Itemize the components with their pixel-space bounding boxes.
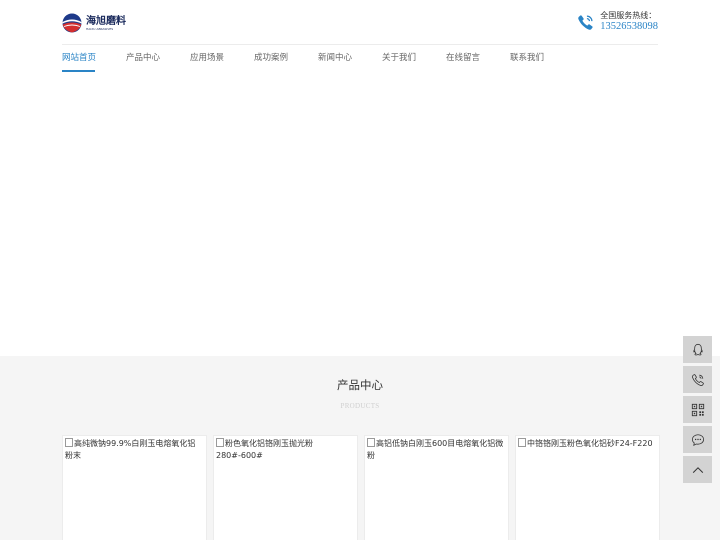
products-section: 产品中心 PRODUCTS 高纯微钠99.9%白刚玉电熔氧化铝粉末 粉色氧化铝铬…: [0, 356, 720, 540]
message-button[interactable]: [683, 426, 712, 453]
product-image[interactable]: 高铝低钠白刚玉600目电熔氧化铝微粉: [367, 438, 505, 462]
broken-image-icon: [65, 438, 73, 447]
phone-icon: [691, 373, 704, 386]
logo-mark-icon: [62, 13, 82, 33]
service-hotline: 全国服务热线： 13526538098: [577, 11, 658, 33]
site-header: 海旭磨料 HAIXU ABRASIVES 全国服务热线： 13526538098: [0, 0, 720, 44]
product-card[interactable]: 高铝低钠白刚玉600目电熔氧化铝微粉: [364, 435, 509, 540]
message-icon: [691, 433, 704, 446]
floating-contact-bar: [683, 336, 712, 486]
section-title: 产品中心: [337, 378, 383, 392]
product-card[interactable]: 粉色氧化铝铬刚玉抛光粉280#-600#: [213, 435, 358, 540]
product-image-alt: 高纯微钠99.9%白刚玉电熔氧化铝粉末: [65, 439, 196, 460]
nav-item-cases[interactable]: 成功案例: [254, 45, 318, 72]
back-to-top-button[interactable]: [683, 456, 712, 483]
logo-chinese-name: 海旭磨料: [86, 15, 126, 27]
product-image-alt: 中铬铬刚玉粉色氧化铝砂F24-F220: [527, 439, 653, 448]
product-image-alt: 粉色氧化铝铬刚玉抛光粉280#-600#: [216, 439, 313, 460]
hotline-number[interactable]: 13526538098: [600, 21, 658, 33]
product-image[interactable]: 高纯微钠99.9%白刚玉电熔氧化铝粉末: [65, 438, 203, 462]
phone-icon: [578, 14, 593, 30]
back-to-top-icon: [692, 466, 703, 473]
nav-item-contact[interactable]: 联系我们: [510, 45, 574, 72]
nav-item-message[interactable]: 在线留言: [446, 45, 510, 72]
product-image[interactable]: 中铬铬刚玉粉色氧化铝砂F24-F220: [518, 438, 656, 450]
qq-icon: [692, 343, 703, 355]
qrcode-icon: [691, 403, 704, 416]
product-cards: 高纯微钠99.9%白刚玉电熔氧化铝粉末 粉色氧化铝铬刚玉抛光粉280#-600#…: [62, 435, 660, 540]
nav-item-home[interactable]: 网站首页: [62, 45, 126, 72]
nav-item-about[interactable]: 关于我们: [382, 45, 446, 72]
qrcode-button[interactable]: [683, 396, 712, 423]
hero-banner: [0, 73, 720, 356]
logo-english-name: HAIXU ABRASIVES: [86, 26, 114, 31]
product-image[interactable]: 粉色氧化铝铬刚玉抛光粉280#-600#: [216, 438, 354, 462]
nav-item-applications[interactable]: 应用场景: [190, 45, 254, 72]
site-logo[interactable]: 海旭磨料 HAIXU ABRASIVES: [62, 12, 126, 34]
section-subtitle: PRODUCTS: [340, 402, 380, 410]
nav-item-products[interactable]: 产品中心: [126, 45, 190, 72]
main-navigation: 网站首页 产品中心 应用场景 成功案例 新闻中心 关于我们 在线留言 联系我们: [62, 45, 574, 73]
product-image-alt: 高铝低钠白刚玉600目电熔氧化铝微粉: [367, 439, 504, 460]
product-card[interactable]: 高纯微钠99.9%白刚玉电熔氧化铝粉末: [62, 435, 207, 540]
broken-image-icon: [518, 438, 526, 447]
logo-text: 海旭磨料 HAIXU ABRASIVES: [86, 16, 126, 31]
qq-button[interactable]: [683, 336, 712, 363]
product-card[interactable]: 中铬铬刚玉粉色氧化铝砂F24-F220: [515, 435, 660, 540]
nav-item-news[interactable]: 新闻中心: [318, 45, 382, 72]
phone-button[interactable]: [683, 366, 712, 393]
broken-image-icon: [367, 438, 375, 447]
broken-image-icon: [216, 438, 224, 447]
hotline-label: 全国服务热线：: [600, 11, 657, 20]
